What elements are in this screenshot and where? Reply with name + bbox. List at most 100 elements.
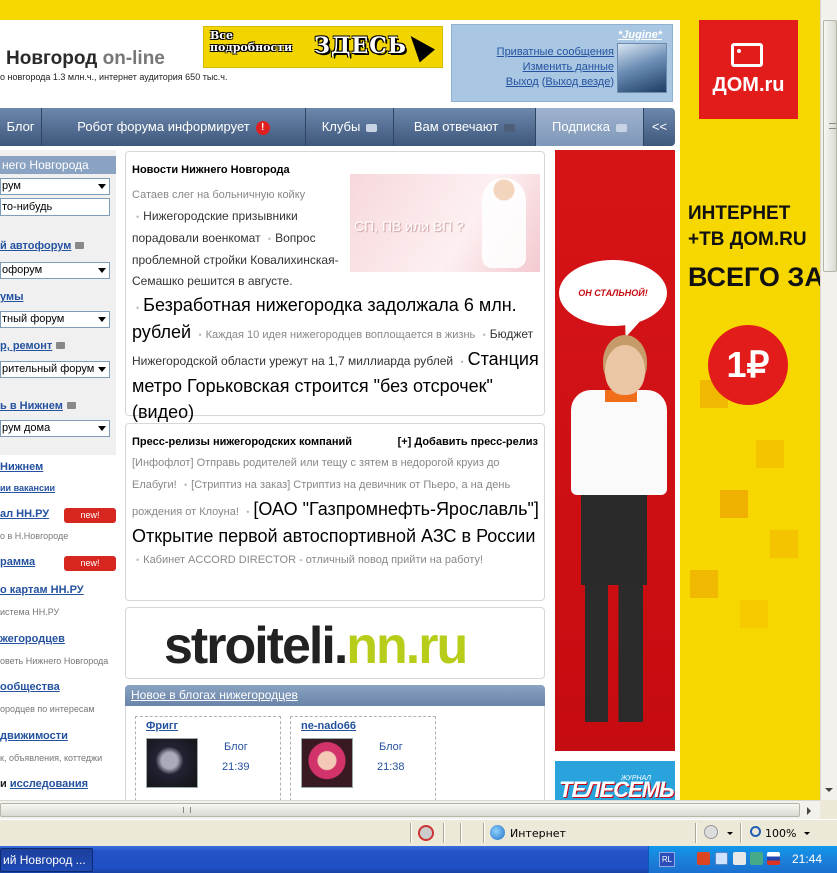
search-input[interactable]: то-нибудь xyxy=(0,198,110,216)
dom-ad-line3: ВСЕГО ЗА xyxy=(688,262,820,292)
link-text: й автофорум xyxy=(0,240,72,252)
press-item[interactable]: Кабинет ACCORD DIRECTOR - отличный повод… xyxy=(143,554,483,566)
autoforum-select[interactable]: офорум xyxy=(0,262,110,279)
russian-flag-icon[interactable] xyxy=(767,852,780,865)
press-release-box: Пресс-релизы нижегородских компаний [+] … xyxy=(125,423,545,601)
speaker-icon xyxy=(66,402,76,409)
network-icon[interactable] xyxy=(715,852,728,865)
nav-label: Робот форума информирует xyxy=(77,119,250,134)
stroiteli-banner[interactable]: stroiteli.nn.ru xyxy=(125,607,545,679)
sidebar-link-research[interactable]: исследования xyxy=(10,778,88,790)
news-image[interactable]: СП, ПВ или ВП ? xyxy=(350,174,540,272)
bullet-icon: • xyxy=(460,357,464,367)
news-subtitle-link[interactable]: Сатаев слег на больничную койку xyxy=(132,189,305,201)
sidebar-link-program[interactable]: рамма xyxy=(0,556,35,568)
language-indicator[interactable]: RL xyxy=(659,852,675,867)
woman-figure-head xyxy=(605,345,645,395)
taskbar-window-button[interactable]: ий Новгород ... xyxy=(0,848,93,872)
main-nav: Блог Робот форума информирует! Клубы Вам… xyxy=(0,108,675,146)
building-forum-select[interactable]: рительный форум xyxy=(0,361,110,378)
chat-bubble-icon xyxy=(366,123,378,132)
chevron-down-icon xyxy=(98,426,106,431)
promo-banner[interactable]: Все подробности ЗДЕСЬ xyxy=(203,26,443,68)
speaker-icon xyxy=(56,342,66,349)
username-link[interactable]: *Jugine* xyxy=(618,29,662,41)
ad-banner-telesem[interactable]: ЖУРНАЛ ТЕЛЕСЕМЬ xyxy=(555,761,675,800)
nav-item-clubs[interactable]: Клубы xyxy=(306,108,394,146)
sidebar-link-realty[interactable]: движимости xyxy=(0,730,68,742)
promo-big-text: ЗДЕСЬ xyxy=(314,33,407,59)
nav-label: Клубы xyxy=(321,119,361,134)
sidebar-link-communities[interactable]: ообщества xyxy=(0,681,60,693)
nav-item-robot[interactable]: Робот форума информирует! xyxy=(42,108,306,146)
scrollbar-thumb[interactable] xyxy=(823,20,837,272)
pregnant-woman-figure xyxy=(482,178,526,268)
blog-type-link[interactable]: Блог xyxy=(379,741,403,753)
scrollbar-thumb[interactable] xyxy=(0,803,800,817)
user-panel: *Jugine* Приватные сообщения Изменить да… xyxy=(451,24,673,102)
edit-profile-link[interactable]: Изменить данные xyxy=(523,61,614,73)
tv-icon xyxy=(731,43,763,67)
zoom-level[interactable]: 100% xyxy=(765,827,796,840)
sublink-a[interactable]: ии xyxy=(0,483,11,493)
scroll-down-arrow-icon[interactable] xyxy=(825,788,833,792)
vertical-scrollbar[interactable] xyxy=(820,0,837,800)
nav-collapse-button[interactable]: << xyxy=(644,108,675,146)
sidebar-link-forums[interactable]: умы xyxy=(0,291,24,303)
protected-mode-icon[interactable] xyxy=(704,825,718,839)
forum-select[interactable]: рум xyxy=(0,178,110,195)
logout-link[interactable]: Выход xyxy=(506,76,539,88)
sidebar-link-research-row: и исследования xyxy=(0,778,88,790)
home-forum-select[interactable]: рум дома xyxy=(0,420,110,437)
news-item[interactable]: Каждая 10 идея нижегородцев воплощается … xyxy=(206,329,476,341)
sidebar-link-maps[interactable]: о картам НН.РУ xyxy=(0,584,84,596)
sidebar-link-repair[interactable]: р, ремонт xyxy=(0,340,66,352)
network-warning-icon[interactable] xyxy=(697,852,710,865)
nav-label: Подписка xyxy=(552,119,610,134)
dom-ru-logo[interactable]: ДОМ.ru xyxy=(699,20,798,119)
dom-ad-line1: ИНТЕРНЕТ xyxy=(688,203,791,224)
site-title-text: Новгород xyxy=(6,48,98,69)
device-icon[interactable] xyxy=(750,852,763,865)
warning-icon: ! xyxy=(255,120,270,135)
new-badge: new! xyxy=(64,556,116,571)
separator xyxy=(483,823,485,843)
nav-item-subscription[interactable]: Подписка xyxy=(536,108,644,146)
horizontal-scrollbar[interactable] xyxy=(0,800,820,819)
chevron-down-icon[interactable] xyxy=(804,832,810,835)
sublink-vacancies[interactable]: вакансии xyxy=(14,483,55,493)
popup-blocker-icon[interactable] xyxy=(418,825,434,841)
left-sidebar: него Новгорода рум то-нибудь й автофорум… xyxy=(0,150,116,800)
nav-label: Блог xyxy=(6,119,35,134)
add-press-release-link[interactable]: [+] Добавить пресс-релиз xyxy=(398,436,538,448)
blogs-header[interactable]: Новое в блогах нижегородцев xyxy=(125,685,545,706)
site-title[interactable]: Новгород on-line xyxy=(6,48,165,70)
logout-everywhere-link[interactable]: Выход везде xyxy=(545,76,610,88)
windows-taskbar: ий Новгород ... RL 21:44 xyxy=(0,846,837,873)
blog-author-link[interactable]: ne-nado66 xyxy=(301,720,356,732)
blog-time: 21:39 xyxy=(222,761,250,773)
sidebar-link-residents[interactable]: жегородцев xyxy=(0,633,65,645)
blog-author-link[interactable]: Фригг xyxy=(146,720,178,732)
private-messages-link[interactable]: Приватные сообщения xyxy=(497,46,614,58)
chevron-down-icon[interactable] xyxy=(727,832,733,835)
sidebar-link-autoforum[interactable]: й автофорум xyxy=(0,240,85,252)
sidebar-link-housing[interactable]: ь в Нижнем xyxy=(0,400,76,412)
volume-icon[interactable] xyxy=(733,852,746,865)
dom-ad-line2: +ТВ ДОМ.RU xyxy=(688,229,807,250)
blog-type-link[interactable]: Блог xyxy=(224,741,248,753)
blog-avatar[interactable] xyxy=(301,738,353,788)
sidebar-link-jobs[interactable]: Нижнем xyxy=(0,461,43,473)
nav-item-blog[interactable]: Блог xyxy=(0,108,42,146)
nav-item-replies[interactable]: Вам отвечают xyxy=(394,108,536,146)
nav-label: << xyxy=(651,119,668,134)
sidebar-link-portal[interactable]: ал НН.РУ xyxy=(0,508,49,520)
ad-banner-red[interactable]: ОН СТАЛЬНОЙ! xyxy=(555,150,675,751)
forum-type-select[interactable]: тный форум xyxy=(0,311,110,328)
scroll-right-arrow-icon[interactable] xyxy=(807,807,811,815)
news-item[interactable]: Нижегородские призывники порадовали воен… xyxy=(132,209,298,245)
dom-logo-text: ДОМ.ru xyxy=(712,74,785,96)
user-avatar[interactable] xyxy=(617,43,667,93)
blog-avatar[interactable] xyxy=(146,738,198,788)
dom-price-coin[interactable]: 1₽ xyxy=(708,325,788,405)
